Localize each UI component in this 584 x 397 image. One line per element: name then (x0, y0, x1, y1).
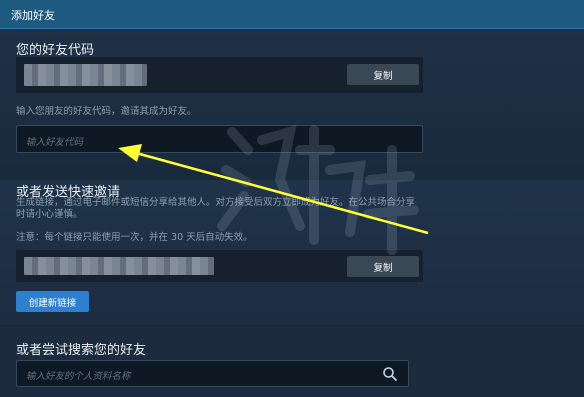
friend-code-value-redacted (24, 64, 147, 86)
search-heading: 或者尝试搜索您的好友 (16, 343, 147, 358)
friend-code-heading: 您的好友代码 (16, 43, 95, 58)
friend-search-input[interactable]: 输入好友的个人资料名称 (16, 360, 409, 387)
friend-code-input[interactable]: 输入好友代码 (16, 125, 423, 153)
friend-search-placeholder: 输入好友的个人资料名称 (26, 371, 131, 382)
friend-code-input-placeholder: 输入好友代码 (26, 137, 84, 148)
invite-link-value-redacted (24, 257, 214, 275)
dialog-titlebar: 添加好友 (0, 0, 584, 29)
friend-code-display: 复制 (16, 57, 423, 93)
dialog-title: 添加好友 (11, 9, 55, 22)
copy-friend-code-button[interactable]: 复制 (347, 64, 419, 85)
copy-invite-link-button[interactable]: 复制 (347, 256, 419, 277)
quick-invite-description: 生成链接，通过电子邮件或短信分享给其他人。对方接受后双方立即成为好友。在公共场合… (16, 197, 416, 220)
quick-invite-note: 注意：每个链接只能使用一次，并在 30 天后自动失效。 (16, 232, 253, 243)
friend-code-hint: 输入您朋友的好友代码，邀请其成为好友。 (16, 106, 197, 117)
invite-link-display: 复制 (16, 250, 423, 282)
create-new-link-button[interactable]: 创建新链接 (16, 291, 89, 312)
search-icon[interactable] (382, 366, 398, 382)
